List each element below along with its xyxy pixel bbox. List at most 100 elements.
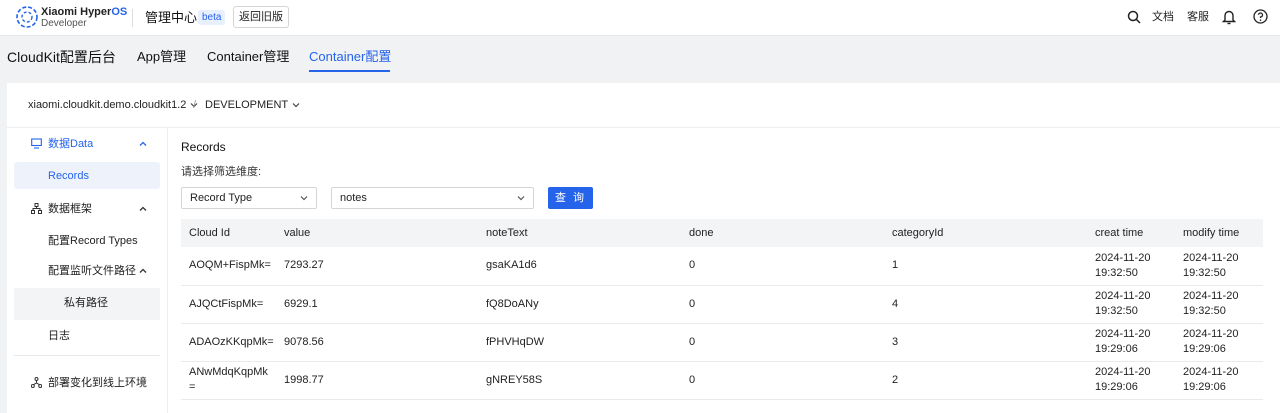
records-table: Cloud Id value noteText done categoryId … [181,219,1263,400]
environment-selector-label: DEVELOPMENT [205,99,289,111]
table-row[interactable]: AOQM+FispMk= 7293.27 gsaKA1d6 0 1 2024-1… [181,247,1263,286]
column-header-category-id[interactable]: categoryId [884,219,1087,247]
cell-note-text: fQ8DoANy [478,285,681,324]
help-icon[interactable] [1253,9,1268,24]
bell-icon[interactable] [1222,9,1236,25]
table-header-row: Cloud Id value noteText done categoryId … [181,219,1263,247]
filter-label: 请选择筛选维度: [181,166,262,178]
sidebar-group-data[interactable]: 数据Data [48,137,93,151]
creat-clock: 19:32:50 [1095,266,1138,279]
sidebar-item-private-path[interactable]: 私有路径 [64,296,108,310]
beta-badge: beta [198,10,226,25]
cell-done: 0 [681,323,884,362]
chevron-down-icon [300,196,308,201]
header-divider [132,9,133,27]
tab-app-management[interactable]: App管理 [137,48,186,66]
deploy-icon [31,377,42,388]
sidebar-divider [167,128,168,413]
cloudkit-admin-title: CloudKit配置后台 [7,49,116,65]
breadcrumb-separator: / [193,99,197,111]
sidebar-divider-line [14,355,160,356]
cell-modify-time: 2024-11-20 19:32:50 [1175,285,1263,324]
cell-modify-time: 2024-11-20 19:29:06 [1175,361,1263,400]
column-header-value[interactable]: value [276,219,478,247]
creat-date: 2024-11-20 [1095,290,1151,302]
chevron-up-icon[interactable] [139,268,147,274]
page-title: Records [181,140,226,154]
sidebar-item-watch-paths[interactable]: 配置监听文件路径 [48,264,136,278]
sidebar-item-deploy[interactable]: 部署变化到线上环境 [48,376,147,390]
xiaomi-hyperos-logo-icon[interactable] [16,6,38,28]
column-header-creat-time[interactable]: creat time [1087,219,1175,247]
hierarchy-icon [31,203,42,214]
cell-category-id: 3 [884,323,1087,362]
cell-category-id: 2 [884,361,1087,400]
cell-cloud-id: AJQCtFispMk= [181,285,276,324]
creat-date: 2024-11-20 [1095,251,1151,264]
filter-value-text: notes [340,192,367,204]
cell-note-text: fPHVHqDW [478,323,681,362]
cell-creat-time: 2024-11-20 19:29:06 [1087,323,1175,362]
tab-container-config[interactable]: Container配置 [309,48,391,66]
cell-creat-time: 2024-11-20 19:32:50 [1087,285,1175,324]
container-selector-label: xiaomi.cloudkit.demo.cloudkit1.2 [28,99,187,111]
sidebar-group-schema[interactable]: 数据框架 [48,202,92,216]
chevron-up-icon[interactable] [139,141,147,147]
brand-name-os: OS [111,6,128,18]
brand-subtitle: Developer [41,18,87,29]
cell-done: 0 [681,285,884,324]
environment-selector[interactable]: DEVELOPMENT [205,98,300,112]
sidebar-item-logs[interactable]: 日志 [48,329,70,343]
table-row[interactable]: ANwMdqKqpMk= 1998.77 gNREY58S 0 2 2024-1… [181,361,1263,400]
chevron-up-icon[interactable] [139,206,147,212]
container-selector[interactable]: xiaomi.cloudkit.demo.cloudkit1.2 [28,98,198,112]
docs-link[interactable]: 文档 [1152,10,1174,24]
cell-creat-time: 2024-11-20 19:29:06 [1087,361,1175,400]
column-header-modify-time[interactable]: modify time [1175,219,1263,247]
cell-modify-time: 2024-11-20 19:32:50 [1175,247,1263,286]
cell-value: 7293.27 [276,247,478,286]
back-to-old-version-button[interactable]: 返回旧版 [233,6,289,28]
cell-note-text: gNREY58S [478,361,681,400]
active-tab-indicator [309,70,390,72]
cell-creat-time: 2024-11-20 19:32:50 [1087,247,1175,286]
creat-date: 2024-11-20 [1095,328,1151,340]
cell-cloud-id: AOQM+FispMk= [181,247,276,286]
sidebar-item-records[interactable]: Records [48,169,89,183]
sidebar-item-record-types[interactable]: 配置Record Types [48,234,138,248]
cell-category-id: 1 [884,247,1087,286]
breadcrumb-divider [7,127,1280,128]
top-bar: Xiaomi HyperOS Developer 管理中心 beta 返回旧版 … [0,0,1280,36]
table-row[interactable]: ADAOzKKqpMk= 9078.56 fPHVHqDW 0 3 2024-1… [181,323,1263,362]
console-title: 管理中心 [145,10,198,25]
table-row[interactable]: AJQCtFispMk= 6929.1 fQ8DoANy 0 4 2024-11… [181,285,1263,324]
cell-cloud-id: ANwMdqKqpMk= [181,361,276,400]
tab-container-management[interactable]: Container管理 [207,48,289,66]
cloud-id-text: ANwMdqKqpMk= [189,366,268,393]
cell-value: 9078.56 [276,323,478,362]
column-header-cloud-id[interactable]: Cloud Id [181,219,276,247]
cell-value: 6929.1 [276,285,478,324]
brand-name: Xiaomi HyperOS [41,6,127,18]
support-link[interactable]: 客服 [1187,10,1209,24]
filter-value-select[interactable]: notes [331,187,534,209]
query-button[interactable]: 查 询 [548,187,593,209]
column-header-done[interactable]: done [681,219,884,247]
monitor-icon [31,138,42,149]
column-header-note-text[interactable]: noteText [478,219,681,247]
modify-date: 2024-11-20 [1183,328,1239,340]
cell-done: 0 [681,361,884,400]
cell-cloud-id: ADAOzKKqpMk= [181,323,276,362]
modify-clock: 19:29:06 [1183,343,1226,355]
modify-date: 2024-11-20 [1183,290,1239,302]
cell-done: 0 [681,247,884,286]
filter-dimension-value: Record Type [190,192,253,204]
cell-note-text: gsaKA1d6 [478,247,681,286]
modify-date: 2024-11-20 [1183,366,1239,378]
modify-date: 2024-11-20 [1183,251,1239,264]
filter-dimension-select[interactable]: Record Type [181,187,317,209]
search-icon[interactable] [1127,10,1141,24]
modify-clock: 19:32:50 [1183,266,1226,279]
modify-clock: 19:29:06 [1183,381,1226,393]
brand-name-prefix: Xiaomi Hyper [41,6,112,18]
